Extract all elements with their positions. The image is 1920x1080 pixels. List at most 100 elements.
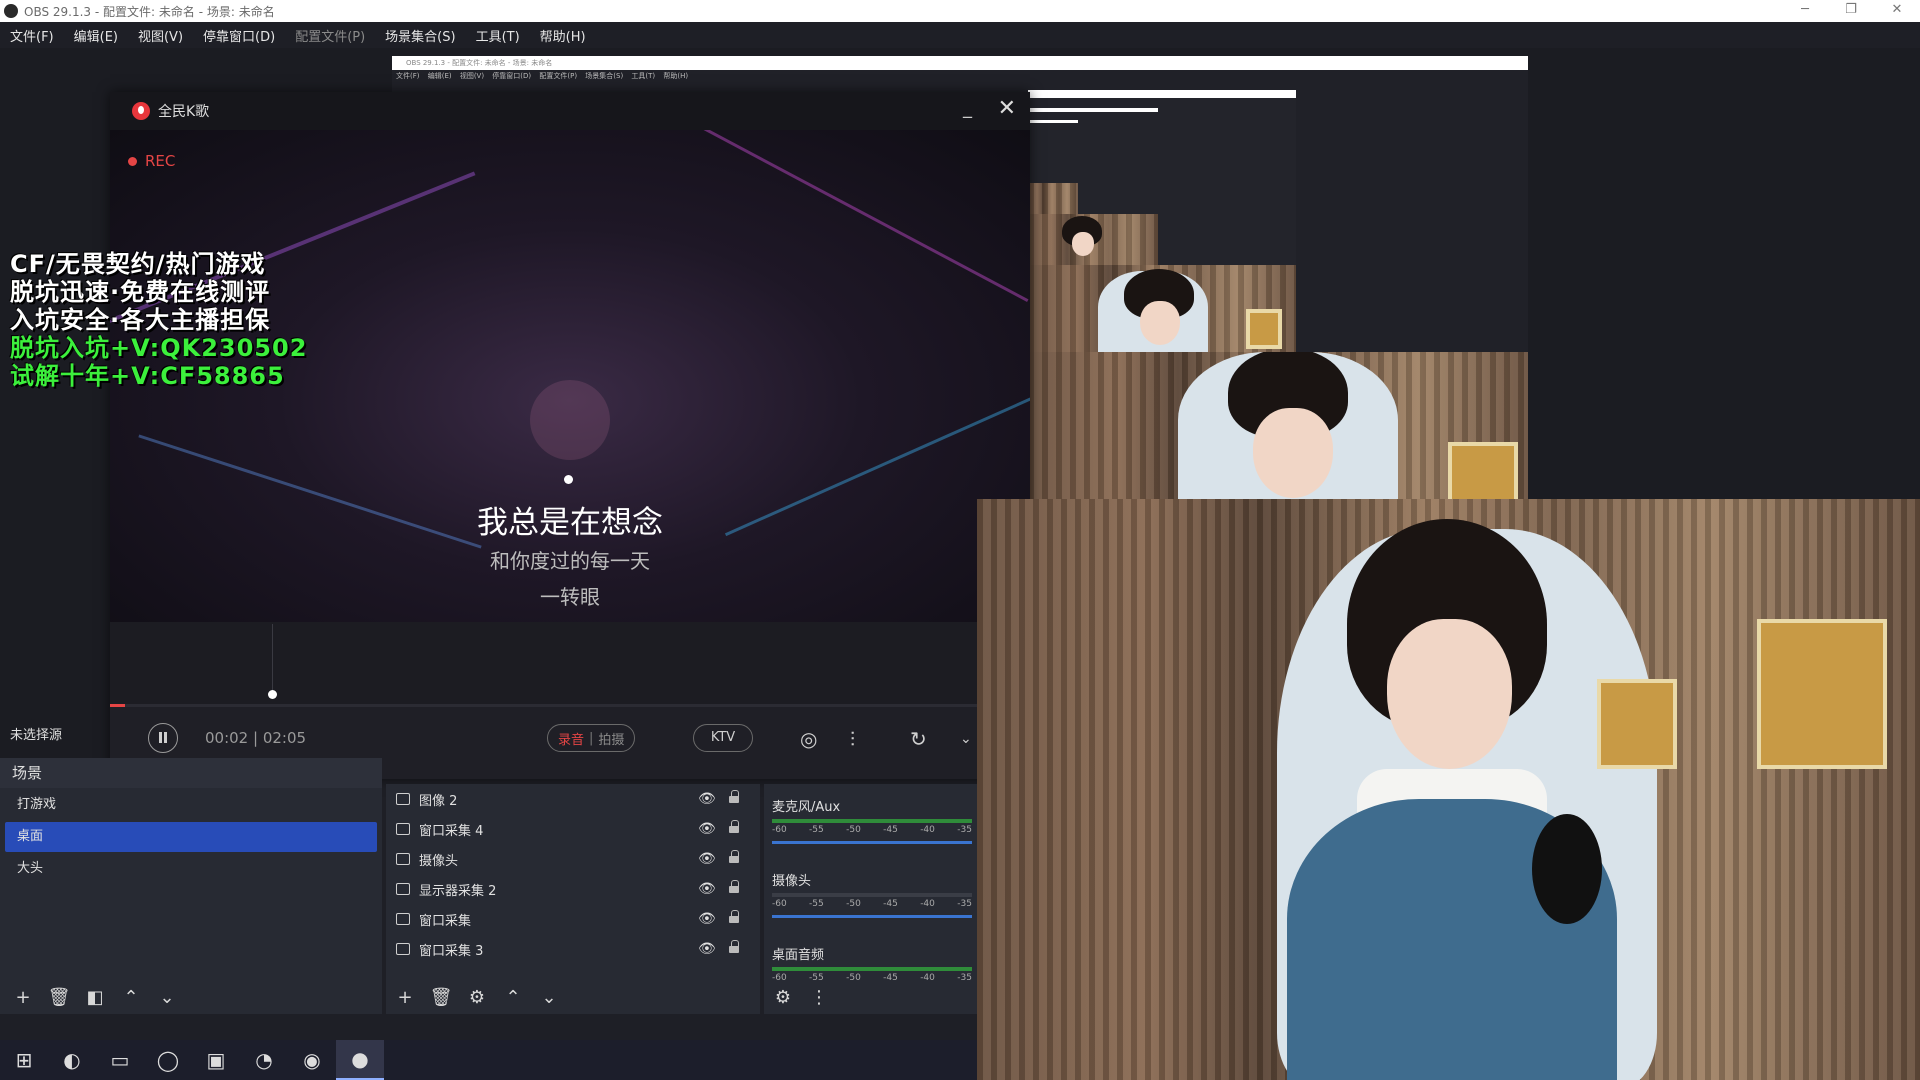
ktv-app-title: 全民K歌 xyxy=(158,104,210,120)
ktv-minimize-icon[interactable]: _ xyxy=(963,98,972,119)
title-bar: OBS 29.1.3 - 配置文件: 未命名 - 场景: 未命名 ─ ❐ ✕ xyxy=(0,0,1920,22)
source-row[interactable]: 图像 2 👁 xyxy=(386,784,760,814)
filter-icon[interactable]: ◧ xyxy=(80,983,110,1011)
windows-start-icon[interactable]: ⊞ xyxy=(0,1040,48,1080)
ktv-button[interactable]: KTV xyxy=(693,724,753,752)
lock-icon[interactable] xyxy=(729,790,739,803)
ktv-header[interactable]: 全民K歌 _ ✕ xyxy=(110,92,1030,130)
channel-name: 桌面音频 xyxy=(772,948,825,963)
image-icon xyxy=(396,793,410,805)
song-time: 00:02 | 02:05 xyxy=(205,729,307,747)
kge-icon[interactable]: ● xyxy=(336,1040,384,1080)
gear-icon[interactable]: ⚙ xyxy=(768,983,798,1011)
loop-icon[interactable]: ↻ xyxy=(910,727,927,751)
ad-line-green: 脱坑入坑+V:QK230502 xyxy=(10,334,308,362)
files-icon[interactable]: ▣ xyxy=(192,1040,240,1080)
meter-tick: -45 xyxy=(883,973,898,983)
source-row[interactable]: 窗口采集 3 👁 xyxy=(386,934,760,964)
trash-icon[interactable]: 🗑 xyxy=(44,983,74,1011)
award-frame-2 xyxy=(1597,679,1677,769)
meter-tick: -40 xyxy=(920,825,935,835)
chevron-down-icon[interactable]: ⌄ xyxy=(960,731,972,747)
nested-cam-tiny xyxy=(1028,183,1078,215)
trash-icon[interactable]: 🗑 xyxy=(426,983,456,1011)
channel-name: 麦克风/Aux xyxy=(772,800,841,815)
more-icon[interactable]: ⋮ xyxy=(804,983,834,1011)
nested-cam-medium xyxy=(1028,265,1296,353)
window-icon xyxy=(396,823,410,835)
terminal-icon[interactable]: ▭ xyxy=(96,1040,144,1080)
meter-tick: -50 xyxy=(846,825,861,835)
mode-video[interactable]: 拍摄 xyxy=(598,729,624,748)
volume-meter xyxy=(772,819,972,823)
plus-icon[interactable]: + xyxy=(8,983,38,1011)
mode-separator: | xyxy=(589,730,594,746)
effects-icon[interactable]: ◎ xyxy=(800,727,817,751)
menu-bar: 文件(F) 编辑(E) 视图(V) 停靠窗口(D) 配置文件(P) 场景集合(S… xyxy=(0,22,1920,48)
menu-help[interactable]: 帮助(H) xyxy=(534,26,592,45)
maximize-button[interactable]: ❐ xyxy=(1828,0,1874,22)
down-icon[interactable]: ⌄ xyxy=(534,983,564,1011)
lyric-next-2: 一转眼 xyxy=(540,585,600,609)
eye-icon[interactable]: 👁 xyxy=(698,941,716,957)
ad-overlay: CF/无畏契约/热门游戏 脱坑迅速·免费在线测评 入坑安全·各大主播担保 脱坑入… xyxy=(10,250,307,390)
down-icon[interactable]: ⌄ xyxy=(152,983,182,1011)
ktv-close-icon[interactable]: ✕ xyxy=(998,96,1016,121)
pause-icon[interactable] xyxy=(148,723,178,753)
edge-icon[interactable]: ◐ xyxy=(48,1040,96,1080)
menu-tools[interactable]: 工具(T) xyxy=(470,26,526,45)
lock-icon[interactable] xyxy=(729,880,739,893)
clock-icon[interactable]: ◔ xyxy=(240,1040,288,1080)
eye-icon[interactable]: 👁 xyxy=(698,911,716,927)
lyric-dot xyxy=(564,475,573,484)
scenes-toolbar: + 🗑 ◧ ⌃ ⌄ xyxy=(0,980,382,1014)
menu-scene-collection[interactable]: 场景集合(S) xyxy=(379,26,461,45)
volume-slider[interactable] xyxy=(772,915,972,918)
plus-icon[interactable]: + xyxy=(390,983,420,1011)
close-button[interactable]: ✕ xyxy=(1874,0,1920,22)
window-title: OBS 29.1.3 - 配置文件: 未命名 - 场景: 未命名 xyxy=(24,4,275,19)
ad-line: 脱坑迅速·免费在线测评 xyxy=(10,278,271,306)
gear-icon[interactable]: ⚙ xyxy=(462,983,492,1011)
eye-icon[interactable]: 👁 xyxy=(698,851,716,867)
menu-file[interactable]: 文件(F) xyxy=(4,26,60,45)
netease-music-icon[interactable]: ◉ xyxy=(288,1040,336,1080)
scene-item-selected[interactable]: 桌面 xyxy=(5,822,377,852)
menu-edit[interactable]: 编辑(E) xyxy=(68,26,124,45)
equalizer-icon[interactable]: ⫶ xyxy=(850,727,855,751)
mode-record[interactable]: 录音 xyxy=(558,729,584,748)
meter-tick: -60 xyxy=(772,825,787,835)
camera-icon xyxy=(396,853,410,865)
ktv-player-window[interactable]: 全民K歌 _ ✕ REC 我总是在想念 和你度过的每一天 一转眼 0 00:02… xyxy=(110,92,1030,779)
obs-icon[interactable]: ◯ xyxy=(144,1040,192,1080)
audio-mixer-dock: 麦克风/Aux -60 -55 -50 -45 -40 -35 摄像头 -60 -55 -50… xyxy=(764,784,978,1014)
menu-docks[interactable]: 停靠窗口(D) xyxy=(197,26,281,45)
eye-icon[interactable]: 👁 xyxy=(698,821,716,837)
menu-view[interactable]: 视图(V) xyxy=(132,26,189,45)
pitch-waveform: 0 xyxy=(110,622,1030,704)
source-label: 显示器采集 2 xyxy=(419,883,497,899)
source-label: 窗口采集 xyxy=(419,913,472,929)
mixer-channel: 麦克风/Aux -60 -55 -50 -45 -40 -35 xyxy=(772,796,978,844)
meter-tick: -55 xyxy=(809,825,824,835)
lock-icon[interactable] xyxy=(729,820,739,833)
minimize-button[interactable]: ─ xyxy=(1782,0,1828,22)
volume-slider[interactable] xyxy=(772,841,972,844)
scene-item[interactable]: 大头 xyxy=(5,854,377,884)
up-icon[interactable]: ⌃ xyxy=(116,983,146,1011)
eye-icon[interactable]: 👁 xyxy=(698,881,716,897)
source-row[interactable]: 摄像头 👁 xyxy=(386,844,760,874)
record-mode-toggle[interactable]: 录音 | 拍摄 xyxy=(547,724,636,752)
lock-icon[interactable] xyxy=(729,910,739,923)
source-row[interactable]: 窗口采集 👁 xyxy=(386,904,760,934)
meter-tick: -50 xyxy=(846,973,861,983)
eye-icon[interactable]: 👁 xyxy=(698,791,716,807)
source-row[interactable]: 窗口采集 4 👁 xyxy=(386,814,760,844)
lock-icon[interactable] xyxy=(729,940,739,953)
menu-profile[interactable]: 配置文件(P) xyxy=(289,26,371,45)
meter-tick: -45 xyxy=(883,899,898,909)
scene-item[interactable]: 打游戏 xyxy=(5,790,377,820)
lock-icon[interactable] xyxy=(729,850,739,863)
source-row[interactable]: 显示器采集 2 👁 xyxy=(386,874,760,904)
up-icon[interactable]: ⌃ xyxy=(498,983,528,1011)
